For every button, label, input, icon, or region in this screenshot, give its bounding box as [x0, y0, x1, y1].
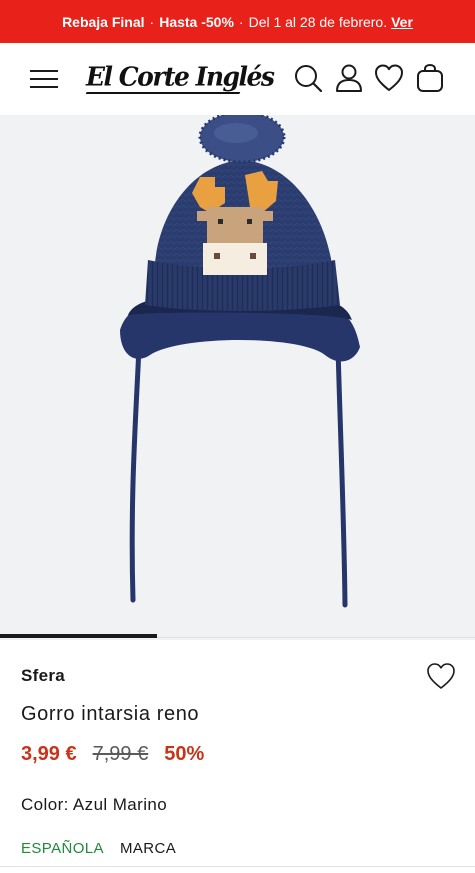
- product-tags: ESPAÑOLA MARCA: [21, 840, 176, 857]
- price-old: 7,99 €: [92, 743, 149, 765]
- heart-icon[interactable]: [374, 63, 404, 93]
- gallery-progress: [0, 634, 475, 638]
- product-brand[interactable]: Sfera: [21, 666, 65, 686]
- divider: [0, 866, 475, 867]
- promo-dates: Del 1 al 28 de febrero.: [248, 13, 388, 30]
- product-info: Sfera Gorro intarsia reno 3,99 € 7,99 € …: [0, 640, 475, 873]
- promo-link[interactable]: Ver: [391, 14, 413, 30]
- site-header: El Corte Inglés: [0, 43, 475, 115]
- product-photo[interactable]: [0, 115, 475, 640]
- heart-outline-icon[interactable]: [426, 662, 456, 690]
- tag-origin: ESPAÑOLA: [21, 840, 104, 857]
- tag-brand: MARCA: [119, 840, 177, 857]
- hamburger-menu-icon[interactable]: [30, 68, 60, 90]
- promo-banner: Rebaja Final · Hasta -50% · Del 1 al 28 …: [0, 0, 475, 43]
- color-label: Color: Azul Marino: [21, 795, 168, 814]
- price-row: 3,99 € 7,99 € 50%: [21, 743, 204, 766]
- gallery-progress-fill: [0, 634, 157, 638]
- beanie-illustration: [120, 115, 360, 608]
- promo-title: Rebaja Final: [62, 13, 145, 30]
- product-name: Gorro intarsia reno: [21, 703, 200, 725]
- promo-separator-2: ·: [238, 13, 244, 30]
- price-current: 3,99 €: [21, 743, 77, 765]
- promo-discount: Hasta -50%: [159, 13, 234, 30]
- user-icon[interactable]: [334, 63, 364, 93]
- logo-underline: [85, 92, 241, 94]
- bag-icon[interactable]: [415, 63, 445, 93]
- site-logo[interactable]: El Corte Inglés: [85, 60, 275, 96]
- logo-text: El Corte Inglés: [86, 61, 275, 92]
- price-discount: 50%: [164, 743, 205, 765]
- search-icon[interactable]: [293, 63, 323, 93]
- promo-separator-1: ·: [149, 13, 155, 30]
